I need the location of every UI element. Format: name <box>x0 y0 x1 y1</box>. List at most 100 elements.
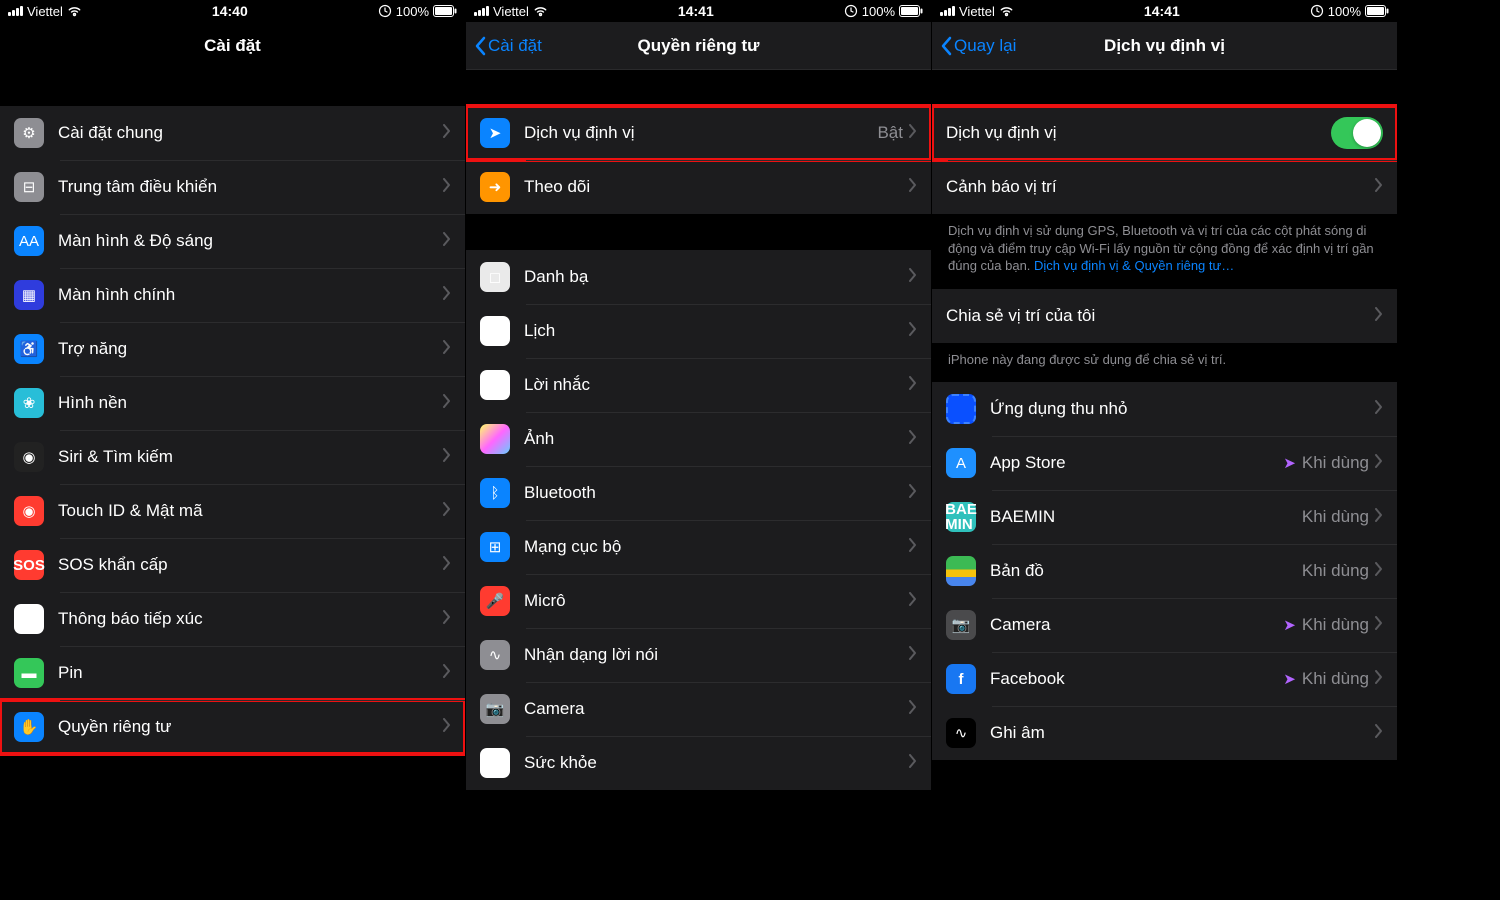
location-icon: ➤ <box>480 118 510 148</box>
row-label: Nhận dạng lời nói <box>524 645 909 665</box>
chevron-right-icon <box>443 339 451 359</box>
row-label: Sức khỏe <box>524 753 909 773</box>
settings-item-row[interactable]: ◉Touch ID & Mật mã <box>0 484 465 538</box>
privacy-item-row[interactable]: ♥Sức khỏe <box>466 736 931 790</box>
battery-label: 100% <box>396 4 429 19</box>
privacy-item-row[interactable]: 🎤Micrô <box>466 574 931 628</box>
privacy-link[interactable]: Dịch vụ định vị & Quyền riêng tư… <box>1034 258 1234 273</box>
row-label: Camera <box>524 699 909 719</box>
row-label: Chia sẻ vị trí của tôi <box>946 306 1375 326</box>
contacts-icon: ◻ <box>480 262 510 292</box>
row-label: Touch ID & Mật mã <box>58 501 443 521</box>
chevron-right-icon <box>443 393 451 413</box>
carrier-label: Viettel <box>27 4 63 19</box>
app-location-item-row[interactable]: BAE MIN BAEMINKhi dùng <box>932 490 1397 544</box>
battery-icon: ▬ <box>14 658 44 688</box>
siri-icon: ◉ <box>14 442 44 472</box>
statusbar: Viettel 14:41 100% <box>932 0 1397 22</box>
baemin-icon: BAE MIN <box>946 502 976 532</box>
app-location-item-row[interactable]: fFacebook➤Khi dùng <box>932 652 1397 706</box>
statusbar: Viettel 14:40 100% <box>0 0 465 22</box>
app-location-item-row[interactable]: Bản đồKhi dùng <box>932 544 1397 598</box>
location-alerts-row[interactable]: Cảnh báo vị trí <box>932 160 1397 214</box>
exposure-icon: ✱ <box>14 604 44 634</box>
row-label: SOS khẩn cấp <box>58 555 443 575</box>
chevron-right-icon <box>909 753 917 773</box>
row-label: Lịch <box>524 321 909 341</box>
chevron-right-icon <box>1375 561 1383 581</box>
row-label: Màn hình chính <box>58 285 443 305</box>
row-label: Ứng dụng thu nhỏ <box>990 399 1375 419</box>
chevron-right-icon <box>443 231 451 251</box>
app-location-item-row[interactable]: AApp Store➤Khi dùng <box>932 436 1397 490</box>
row-value: Khi dùng <box>1302 507 1369 527</box>
row-label: Thông báo tiếp xúc <box>58 609 443 629</box>
row-label: Dịch vụ định vị <box>946 123 1331 143</box>
location-services-toggle-row[interactable]: Dịch vụ định vị <box>932 106 1397 160</box>
settings-item-row[interactable]: ▦Màn hình chính <box>0 268 465 322</box>
settings-item-row[interactable]: ⊟Trung tâm điều khiển <box>0 160 465 214</box>
back-button[interactable]: Quay lại <box>940 22 1016 69</box>
chevron-right-icon <box>909 267 917 287</box>
row-label: Trung tâm điều khiển <box>58 177 443 197</box>
settings-item-row[interactable]: ◉Siri & Tìm kiếm <box>0 430 465 484</box>
location-arrow-icon: ➤ <box>1283 670 1296 688</box>
privacy-item-row[interactable]: ➜Theo dõi <box>466 160 931 214</box>
chevron-right-icon <box>909 591 917 611</box>
lan-icon: ⊞ <box>480 532 510 562</box>
page-title: Quyền riêng tư <box>638 36 760 56</box>
app-location-item-row[interactable]: ∿Ghi âm <box>932 706 1397 760</box>
privacy-item-row[interactable]: 📷Camera <box>466 682 931 736</box>
privacy-item-row[interactable]: ☰Lời nhắc <box>466 358 931 412</box>
reminders-icon: ☰ <box>480 370 510 400</box>
speech-icon: ∿ <box>480 640 510 670</box>
settings-item-row[interactable]: ❀Hình nền <box>0 376 465 430</box>
statusbar: Viettel 14:41 100% <box>466 0 931 22</box>
chevron-right-icon <box>909 699 917 719</box>
settings-item-row[interactable]: ♿Trợ năng <box>0 322 465 376</box>
settings-item-row[interactable]: ✱ Thông báo tiếp xúc <box>0 592 465 646</box>
row-label: Bản đồ <box>990 561 1302 581</box>
privacy-list[interactable]: ➤Dịch vụ định vịBật➜Theo dõi ◻ Danh bạ ▦ Lị… <box>466 70 931 820</box>
settings-item-row[interactable]: ⚙Cài đặt chung <box>0 106 465 160</box>
signal-icon <box>474 6 489 16</box>
photos-icon <box>480 424 510 454</box>
chevron-right-icon <box>1375 615 1383 635</box>
row-label: Danh bạ <box>524 267 909 287</box>
share-location-row[interactable]: Chia sẻ vị trí của tôi <box>932 289 1397 343</box>
row-label: Bluetooth <box>524 483 909 503</box>
location-list[interactable]: Dịch vụ định vị Cảnh báo vị trí Dịch vụ … <box>932 70 1397 820</box>
settings-item-row[interactable]: ▬Pin <box>0 646 465 700</box>
settings-item-row[interactable]: AAMàn hình & Độ sáng <box>0 214 465 268</box>
location-toggle[interactable] <box>1331 117 1383 149</box>
chevron-right-icon <box>443 447 451 467</box>
row-label: Cảnh báo vị trí <box>946 177 1375 197</box>
chevron-right-icon <box>1375 453 1383 473</box>
wifi-icon <box>999 6 1014 17</box>
battery-label: 100% <box>1328 4 1361 19</box>
back-button[interactable]: Cài đặt <box>474 22 542 69</box>
sos-icon: SOS <box>14 550 44 580</box>
row-label: Màn hình & Độ sáng <box>58 231 443 251</box>
privacy-item-row[interactable]: ⊞Mạng cục bộ <box>466 520 931 574</box>
location-arrow-icon: ➤ <box>1283 616 1296 634</box>
privacy-item-row[interactable]: Ảnh <box>466 412 931 466</box>
location-footer: Dịch vụ định vị sử dụng GPS, Bluetooth v… <box>932 214 1397 289</box>
privacy-item-row[interactable]: ᛒBluetooth <box>466 466 931 520</box>
settings-item-row[interactable]: SOS SOS khẩn cấp <box>0 538 465 592</box>
record-icon: ∿ <box>946 718 976 748</box>
chevron-right-icon <box>1375 399 1383 419</box>
privacy-item-row[interactable]: ∿ Nhận dạng lời nói <box>466 628 931 682</box>
app-location-item-row[interactable]: 📷Camera➤Khi dùng <box>932 598 1397 652</box>
privacy-item-row[interactable]: ➤Dịch vụ định vịBật <box>466 106 931 160</box>
privacy-item-row[interactable]: ▦ Lịch <box>466 304 931 358</box>
appstore-icon: A <box>946 448 976 478</box>
settings-item-row[interactable]: ✋Quyền riêng tư <box>0 700 465 754</box>
row-label: BAEMIN <box>990 507 1302 527</box>
app-location-item-row[interactable]: Ứng dụng thu nhỏ <box>932 382 1397 436</box>
settings-list[interactable]: ⚙Cài đặt chung⊟Trung tâm điều khiểnAAMàn… <box>0 70 465 820</box>
chevron-right-icon <box>1375 306 1383 326</box>
fb-icon: f <box>946 664 976 694</box>
privacy-item-row[interactable]: ◻ Danh bạ <box>466 250 931 304</box>
calendar-icon: ▦ <box>480 316 510 346</box>
